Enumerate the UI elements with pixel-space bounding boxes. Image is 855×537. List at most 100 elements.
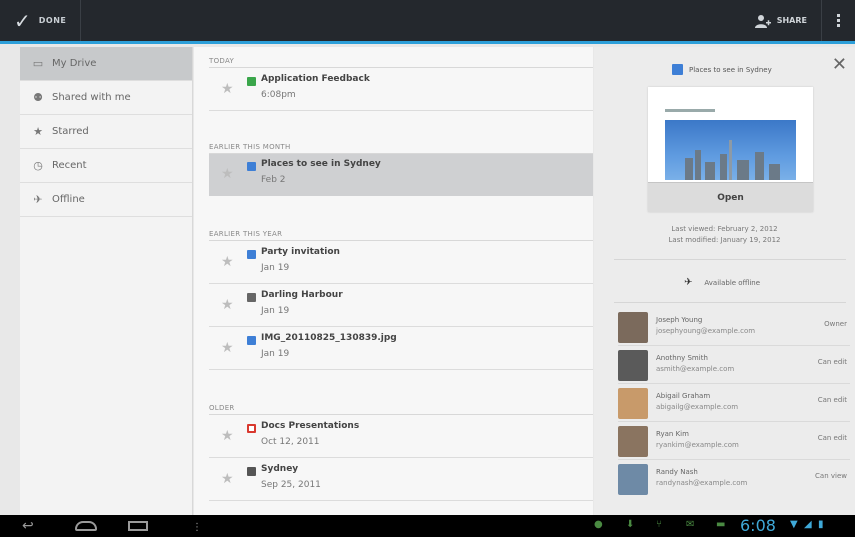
- file-name: Party invitation: [261, 247, 340, 257]
- people-icon: ⚉: [33, 91, 43, 104]
- person-name: Anothny Smith: [656, 354, 708, 362]
- person-role[interactable]: Can edit: [818, 396, 847, 404]
- system-bar: ↩ ⋮ ● ⬇ ⑂ ✉ ▬ 6:08 ▼ ◢ ▮: [0, 515, 855, 537]
- star-toggle-icon[interactable]: ★: [221, 340, 234, 356]
- file-name: Application Feedback: [261, 74, 370, 84]
- download-icon: ⬇: [626, 519, 635, 530]
- file-row[interactable]: ★ Docs Presentations Oct 12, 2011: [209, 416, 593, 458]
- sidebar-item-my-drive[interactable]: ▭ My Drive: [20, 47, 192, 81]
- usb-icon: ⑂: [656, 519, 662, 530]
- person-name: Abigail Graham: [656, 392, 711, 400]
- overflow-menu-button[interactable]: [821, 0, 855, 41]
- presentation-icon: [247, 424, 256, 433]
- avatar: [618, 426, 648, 457]
- person-role[interactable]: Can view: [815, 472, 847, 480]
- open-button[interactable]: Open: [648, 182, 813, 212]
- notification-icon: ▬: [716, 519, 726, 530]
- menu-dots-icon[interactable]: ⋮: [192, 520, 202, 536]
- file-date: 6:08pm: [261, 90, 296, 100]
- person-email: randynash@example.com: [656, 479, 748, 487]
- back-icon[interactable]: ↩: [22, 518, 34, 534]
- person-email: abigailg@example.com: [656, 403, 739, 411]
- details-title-text: Places to see in Sydney: [689, 65, 772, 74]
- divider: [614, 259, 846, 260]
- person-name: Randy Nash: [656, 468, 698, 476]
- last-modified: Last modified: January 19, 2012: [668, 236, 781, 244]
- file-row[interactable]: ★ Sydney Sep 25, 2011: [209, 459, 593, 501]
- checkmark-icon: ✓: [14, 8, 31, 33]
- star-icon: ★: [33, 125, 43, 138]
- thumbnail-photo: [665, 120, 796, 180]
- clock: 6:08: [740, 516, 776, 535]
- file-row[interactable]: ★ Application Feedback 6:08pm: [209, 69, 593, 111]
- thumbnail-heading-line: [665, 109, 715, 112]
- sidebar-item-offline[interactable]: ✈ Offline: [20, 183, 192, 217]
- wifi-icon: ▼: [790, 519, 798, 530]
- details-title: Places to see in Sydney: [672, 64, 772, 75]
- available-offline-toggle[interactable]: ✈ Available offline: [684, 277, 760, 288]
- person-role[interactable]: Owner: [824, 320, 847, 328]
- divider: [209, 67, 593, 68]
- last-viewed: Last viewed: February 2, 2012: [671, 225, 778, 233]
- spreadsheet-icon: [247, 77, 256, 86]
- file-row[interactable]: ★ Party invitation Jan 19: [209, 242, 593, 284]
- calendar-icon: [247, 293, 256, 302]
- sidebar-item-recent[interactable]: ◷ Recent: [20, 149, 192, 183]
- sidebar-item-label: Offline: [52, 194, 85, 205]
- person-role[interactable]: Can edit: [818, 434, 847, 442]
- star-toggle-icon[interactable]: ★: [221, 297, 234, 313]
- clock-icon: ◷: [33, 159, 43, 172]
- drive-icon: ▭: [32, 57, 44, 70]
- file-date: Jan 19: [261, 306, 290, 316]
- document-icon: [247, 250, 256, 259]
- drive-app-screen: ✓ DONE SHARE ▭ My Drive ⚉ Shared with me: [0, 0, 855, 537]
- pin-icon: ✈: [684, 277, 693, 288]
- available-offline-label: Available offline: [704, 278, 761, 287]
- divider: [209, 240, 593, 241]
- person-name: Joseph Young: [656, 316, 703, 324]
- share-button[interactable]: SHARE: [741, 0, 821, 41]
- star-toggle-icon[interactable]: ★: [221, 428, 234, 444]
- overflow-dots-icon: [837, 19, 840, 22]
- section-heading: OLDER: [209, 404, 235, 412]
- star-toggle-icon[interactable]: ★: [221, 81, 234, 97]
- close-icon[interactable]: ✕: [832, 56, 847, 74]
- done-button[interactable]: ✓ DONE: [0, 0, 82, 41]
- divider: [209, 414, 593, 415]
- sidebar-item-starred[interactable]: ★ Starred: [20, 115, 192, 149]
- star-toggle-icon[interactable]: ★: [221, 254, 234, 270]
- sidebar-item-label: Recent: [52, 160, 87, 171]
- email-icon: ✉: [686, 519, 695, 530]
- sharing-person: Anothny Smith asmith@example.com Can edi…: [618, 348, 850, 384]
- recent-apps-icon[interactable]: [128, 521, 148, 531]
- pin-icon: ✈: [33, 193, 43, 206]
- sharing-person: Randy Nash randynash@example.com Can vie…: [618, 462, 850, 498]
- person-role[interactable]: Can edit: [818, 358, 847, 366]
- file-date: Feb 2: [261, 175, 286, 185]
- sharing-person: Ryan Kim ryankim@example.com Can edit: [618, 424, 850, 460]
- android-icon: ●: [594, 519, 603, 530]
- sidebar-item-shared-with-me[interactable]: ⚉ Shared with me: [20, 81, 192, 115]
- section-heading: TODAY: [209, 57, 235, 65]
- file-row[interactable]: ★ IMG_20110825_130839.jpg Jan 19: [209, 328, 593, 370]
- section-heading: EARLIER THIS YEAR: [209, 230, 283, 238]
- avatar: [618, 312, 648, 343]
- share-label: SHARE: [776, 16, 807, 25]
- star-toggle-icon[interactable]: ★: [221, 166, 234, 182]
- file-name: Docs Presentations: [261, 421, 360, 431]
- person-name: Ryan Kim: [656, 430, 689, 438]
- sidebar: ▭ My Drive ⚉ Shared with me ★ Starred ◷ …: [20, 47, 193, 515]
- file-row-selected[interactable]: ★ Places to see in Sydney Feb 2: [209, 154, 593, 196]
- sharing-person: Joseph Young josephyoung@example.com Own…: [618, 310, 850, 346]
- section-heading: EARLIER THIS MONTH: [209, 143, 291, 151]
- details-panel: Places to see in Sydney ✕ Open Last view…: [594, 47, 855, 515]
- document-icon: [672, 64, 683, 75]
- file-list: TODAY ★ Application Feedback 6:08pm EARL…: [194, 47, 593, 515]
- person-email: asmith@example.com: [656, 365, 735, 373]
- sidebar-item-label: Starred: [52, 126, 89, 137]
- file-row[interactable]: ★ Darling Harbour Jan 19: [209, 285, 593, 327]
- star-toggle-icon[interactable]: ★: [221, 471, 234, 487]
- home-icon[interactable]: [75, 521, 97, 531]
- battery-icon: ▮: [818, 519, 824, 530]
- document-icon: [247, 162, 256, 171]
